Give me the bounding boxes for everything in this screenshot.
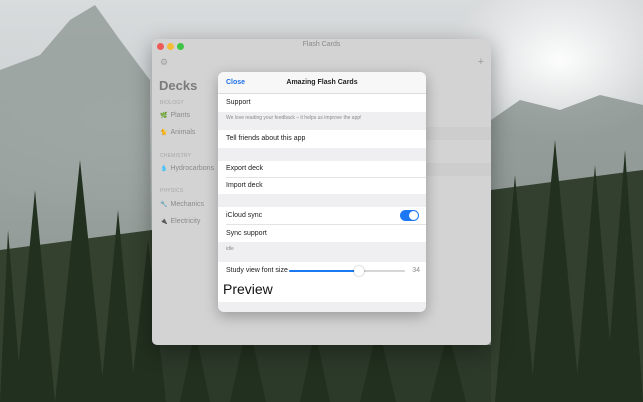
section-header-biology: BIOLOGY (160, 100, 184, 106)
sidebar-item-label: Hydrocarbons (170, 165, 215, 172)
sync-support-row[interactable]: Sync support (218, 225, 426, 242)
font-size-label: Study view font size (226, 267, 288, 274)
sheet-header: Close Amazing Flash Cards (218, 72, 426, 94)
window-title: Flash Cards (302, 41, 341, 48)
export-deck-row[interactable]: Export deck (218, 161, 426, 177)
sidebar-item-label: Plants (170, 112, 190, 119)
sidebar: Decks BIOLOGY 🌿 Plants 🐈 Animals CHEMISTRY… (152, 69, 218, 345)
settings-sheet: Close Amazing Flash Cards Support We lov… (218, 72, 426, 312)
sync-group: iCloud sync Sync support (218, 207, 426, 242)
export-deck-label: Export deck (226, 165, 263, 172)
title-bar[interactable]: Flash Cards (152, 39, 491, 53)
sheet-title: Amazing Flash Cards (286, 79, 358, 86)
sync-status-text: idle (226, 246, 234, 252)
sidebar-item-mechanics[interactable]: 🔧 Mechanics (160, 201, 204, 208)
icloud-sync-row: iCloud sync (218, 207, 426, 224)
animal-icon: 🐈 (160, 130, 168, 136)
sync-support-label: Sync support (226, 230, 267, 237)
deck-transfer-group: Export deck Import deck (218, 161, 426, 194)
support-row[interactable]: Support (218, 94, 426, 112)
sidebar-item-label: Mechanics (170, 201, 204, 208)
import-deck-label: Import deck (226, 182, 263, 189)
section-header-physics: PHYSICS (160, 188, 184, 194)
sidebar-item-animals[interactable]: 🐈 Animals (160, 129, 195, 136)
plus-icon[interactable]: + (478, 57, 484, 68)
sidebar-item-hydrocarbons[interactable]: 💧 Hydrocarbons (160, 165, 214, 172)
preview-text: Preview (223, 281, 273, 297)
support-label: Support (226, 99, 251, 106)
sidebar-item-plants[interactable]: 🌿 Plants (160, 112, 190, 119)
icloud-sync-label: iCloud sync (226, 212, 263, 219)
toggle-knob (409, 211, 418, 220)
font-size-row: Study view font size 34 Preview (218, 262, 426, 302)
sidebar-title: Decks (159, 78, 198, 93)
plug-icon: 🔌 (160, 219, 168, 225)
tell-friends-label: Tell friends about this app (226, 135, 306, 142)
font-size-slider[interactable] (289, 266, 405, 276)
font-size-value: 34 (412, 267, 420, 274)
leaf-icon: 🌿 (160, 113, 168, 119)
sidebar-item-label: Electricity (170, 218, 201, 225)
tell-friends-row[interactable]: Tell friends about this app (218, 130, 426, 148)
slider-thumb[interactable] (353, 266, 364, 276)
sidebar-item-label: Animals (170, 129, 196, 136)
wrench-icon: 🔧 (160, 202, 168, 208)
gear-icon[interactable]: ⚙ (160, 58, 168, 67)
import-deck-row[interactable]: Import deck (218, 178, 426, 194)
sidebar-item-electricity[interactable]: 🔌 Electricity (160, 218, 200, 225)
icloud-sync-toggle[interactable] (400, 210, 419, 221)
feedback-note: We love reading your feedback – it helps… (226, 115, 362, 121)
slider-fill (289, 270, 359, 272)
drop-icon: 💧 (160, 166, 168, 172)
section-header-chemistry: CHEMISTRY (160, 153, 192, 159)
